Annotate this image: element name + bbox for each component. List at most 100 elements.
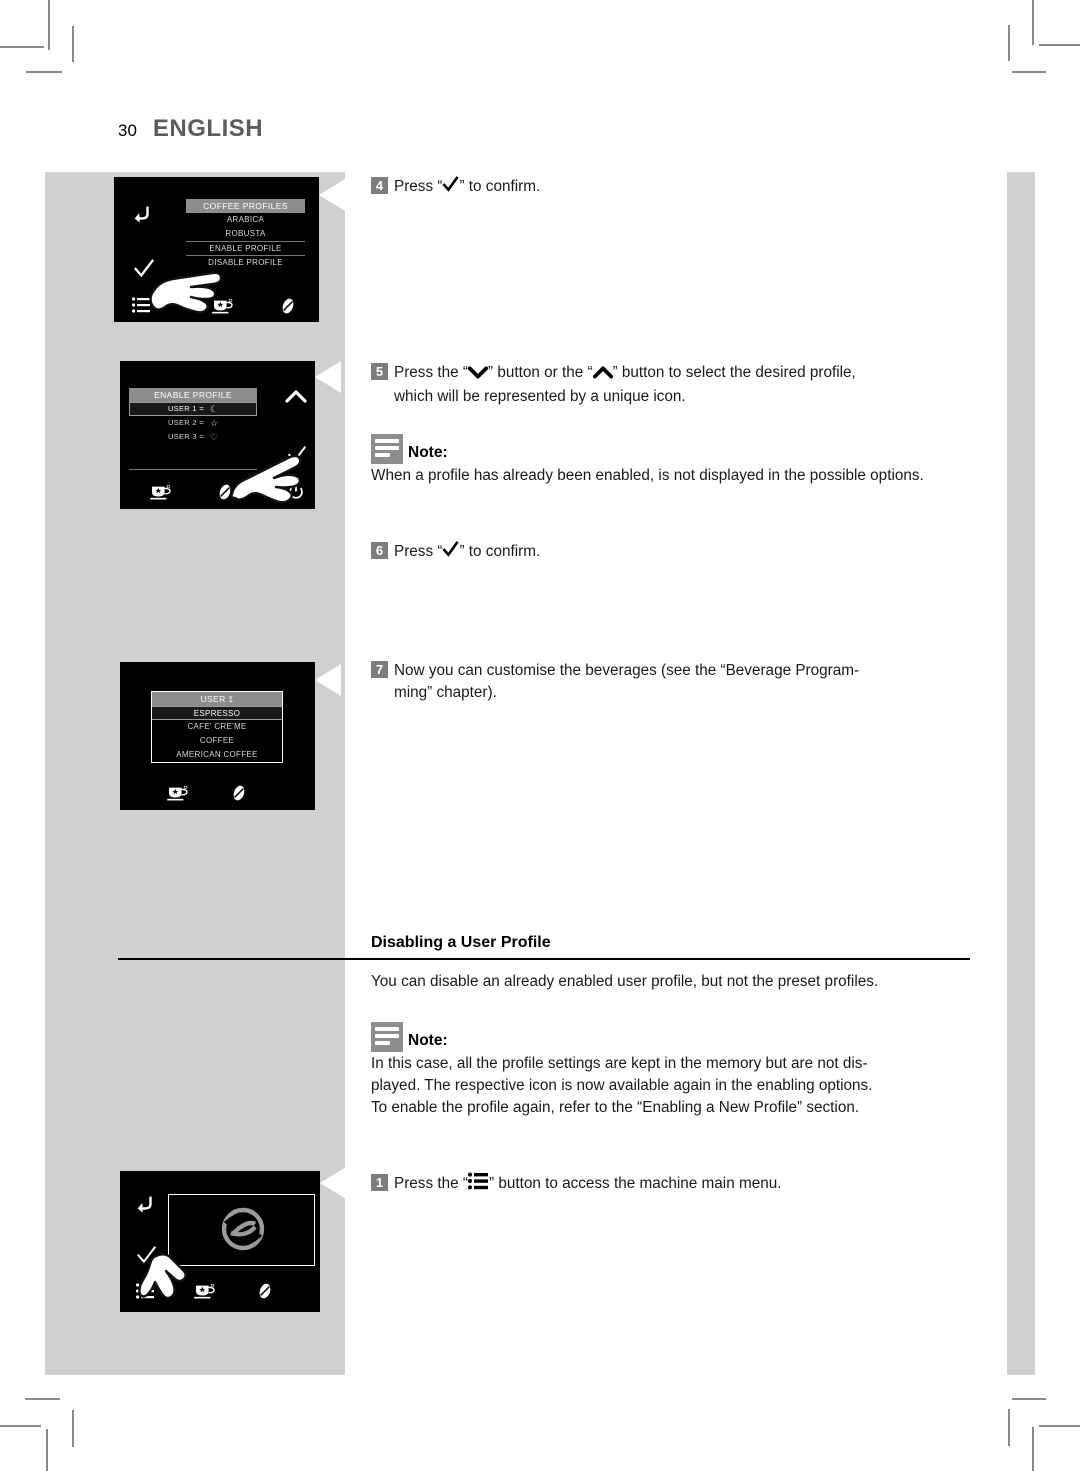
checkmark-icon bbox=[442, 540, 460, 565]
menu-row-label: USER 3 = bbox=[167, 432, 204, 441]
note-icon bbox=[371, 1022, 403, 1052]
crop-mark-bottom-right-v bbox=[1032, 1427, 1034, 1471]
menu-item-espresso[interactable]: ESPRESSO bbox=[152, 706, 282, 720]
menu-row-user-3[interactable]: USER 3 = ♡ bbox=[129, 430, 257, 444]
step-6: 6 Press “ ” to confirm. bbox=[371, 540, 971, 565]
crop-mark-bottom-left-h bbox=[0, 1425, 41, 1427]
step-number-badge: 6 bbox=[371, 542, 388, 559]
step-7: 7 Now you can customise the beverages (se… bbox=[371, 660, 976, 704]
coffee-bean-icon[interactable] bbox=[231, 784, 247, 806]
menu-item-robusta[interactable]: ROBUSTA bbox=[186, 227, 305, 241]
step-text-line1: Now you can customise the beverages (see… bbox=[394, 662, 860, 679]
step-number-badge: 7 bbox=[371, 661, 388, 678]
step-text-part1: Press the “ bbox=[394, 364, 468, 381]
menu-row-user-1[interactable]: USER 1 = ☾ bbox=[129, 402, 257, 416]
pointing-hand-icon bbox=[224, 446, 310, 513]
chevron-up-icon[interactable] bbox=[285, 389, 307, 407]
crop-mark-top-left-v bbox=[48, 0, 50, 50]
cup-profile-icon[interactable]: P bbox=[149, 483, 173, 505]
star-icon: ☆ bbox=[209, 418, 219, 428]
menu-item-enable-profile[interactable]: ENABLE PROFILE bbox=[186, 241, 305, 255]
note-text-line2: played. The respective icon is now avail… bbox=[371, 1077, 873, 1094]
page-title: ENGLISH bbox=[152, 115, 264, 142]
note-label: Note: bbox=[408, 444, 448, 461]
back-arrow-icon[interactable] bbox=[134, 1192, 156, 1218]
checkmark-icon bbox=[442, 175, 460, 200]
callout-notch bbox=[315, 361, 341, 393]
section-heading: Disabling a User Profile bbox=[371, 934, 551, 951]
crop-mark-bottom-left-h2 bbox=[25, 1398, 60, 1400]
crop-mark-top-right-h bbox=[1039, 44, 1080, 46]
note-text-line3: To enable the profile again, refer to th… bbox=[371, 1099, 860, 1116]
menu-item-arabica[interactable]: ARABICA bbox=[186, 213, 305, 227]
machine-screen-enable-profile: P ENABLE PROFILE USER 1 = ☾ USER 2 = ☆ U… bbox=[120, 361, 341, 509]
menu-title: USER 1 bbox=[152, 692, 282, 706]
chevron-down-icon bbox=[467, 364, 489, 386]
saeco-logo-icon bbox=[219, 1205, 267, 1258]
step-text-before: Press “ bbox=[394, 543, 443, 560]
step-text-part3: ” button to select the desired profile, bbox=[612, 364, 856, 381]
svg-text:P: P bbox=[228, 298, 232, 305]
moon-icon: ☾ bbox=[209, 404, 219, 414]
note-header: Note: bbox=[371, 434, 976, 464]
callout-notch bbox=[320, 1167, 346, 1199]
section-rule bbox=[118, 958, 970, 960]
crop-mark-bottom-right-h2 bbox=[1012, 1398, 1046, 1400]
svg-text:P: P bbox=[210, 1283, 214, 1290]
page-number: 30 bbox=[118, 121, 137, 140]
crop-mark-top-left-v2 bbox=[72, 26, 74, 62]
callout-notch bbox=[319, 179, 345, 211]
menu-row-label: USER 1 = bbox=[167, 404, 204, 413]
step-1: 1 Press the “ ” button to access the mach… bbox=[371, 1172, 976, 1197]
note-icon bbox=[371, 434, 403, 464]
step-text-before: Press “ bbox=[394, 178, 443, 195]
svg-text:P: P bbox=[183, 785, 187, 792]
step-text-line2: ming” chapter). bbox=[394, 684, 497, 701]
chevron-up-icon bbox=[592, 364, 613, 386]
step-text-after: ” to confirm. bbox=[459, 178, 541, 195]
pointing-hand-icon bbox=[138, 1248, 206, 1315]
crop-mark-bottom-left-v2 bbox=[72, 1410, 74, 1447]
back-arrow-icon[interactable] bbox=[131, 202, 153, 228]
step-number-badge: 1 bbox=[371, 1174, 388, 1191]
machine-screen-coffee-profiles: P COFFEE PROFILES ARABICA ROBUSTA ENABLE… bbox=[114, 177, 345, 324]
crop-mark-bottom-right-h bbox=[1039, 1425, 1080, 1427]
menu-list-icon bbox=[467, 1172, 489, 1197]
callout-notch bbox=[315, 664, 341, 696]
pointing-hand-icon bbox=[143, 259, 225, 324]
step-5: 5 Press the “ ” button or the “ ” button … bbox=[371, 362, 976, 408]
machine-screen-main-logo: P bbox=[120, 1167, 346, 1315]
crop-mark-bottom-left-v bbox=[46, 1429, 48, 1471]
svg-text:P: P bbox=[166, 484, 170, 491]
menu-item-american-coffee[interactable]: AMERICAN COFFEE bbox=[152, 748, 282, 762]
machine-screen-user-1: USER 1 ESPRESSO CAFE' CRE'ME COFFEE AMER… bbox=[120, 662, 341, 810]
heart-icon: ♡ bbox=[209, 432, 219, 442]
note-block-bottom: Note: In this case, all the profile sett… bbox=[371, 1022, 976, 1119]
menu-row-user-2[interactable]: USER 2 = ☆ bbox=[129, 416, 257, 430]
menu-item-coffee[interactable]: COFFEE bbox=[152, 734, 282, 748]
right-margin-panel bbox=[1007, 172, 1035, 1375]
step-text-before: Press the “ bbox=[394, 1175, 468, 1192]
step-number-badge: 5 bbox=[371, 363, 388, 380]
menu-box-user-1: USER 1 ESPRESSO CAFE' CRE'ME COFFEE AMER… bbox=[151, 691, 283, 763]
cup-profile-icon[interactable]: P bbox=[166, 784, 190, 806]
menu-item-cafe-creme[interactable]: CAFE' CRE'ME bbox=[152, 720, 282, 734]
crop-mark-top-right-v bbox=[1032, 0, 1034, 45]
step-text-part2: ” button or the “ bbox=[487, 364, 593, 381]
crop-mark-top-right-h2 bbox=[1012, 71, 1046, 73]
coffee-bean-icon[interactable] bbox=[280, 297, 296, 319]
step-text-after: ” to confirm. bbox=[459, 543, 541, 560]
step-text-after: ” button to access the machine main menu… bbox=[488, 1175, 782, 1192]
menu-title: ENABLE PROFILE bbox=[129, 388, 257, 402]
coffee-bean-icon[interactable] bbox=[257, 1282, 273, 1304]
note-block-top: Note: When a profile has already been en… bbox=[371, 434, 976, 487]
note-text-line1: In this case, all the profile settings a… bbox=[371, 1055, 868, 1072]
menu-title: COFFEE PROFILES bbox=[186, 199, 305, 213]
crop-mark-top-right-v2 bbox=[1008, 25, 1010, 61]
step-number-badge: 4 bbox=[371, 177, 388, 194]
step-text-line2: which will be represented by a unique ic… bbox=[394, 388, 686, 405]
note-label: Note: bbox=[408, 1032, 448, 1049]
note-header: Note: bbox=[371, 1022, 976, 1052]
menu-row-label: USER 2 = bbox=[167, 418, 204, 427]
page-header: 30 ENGLISH bbox=[118, 115, 263, 143]
